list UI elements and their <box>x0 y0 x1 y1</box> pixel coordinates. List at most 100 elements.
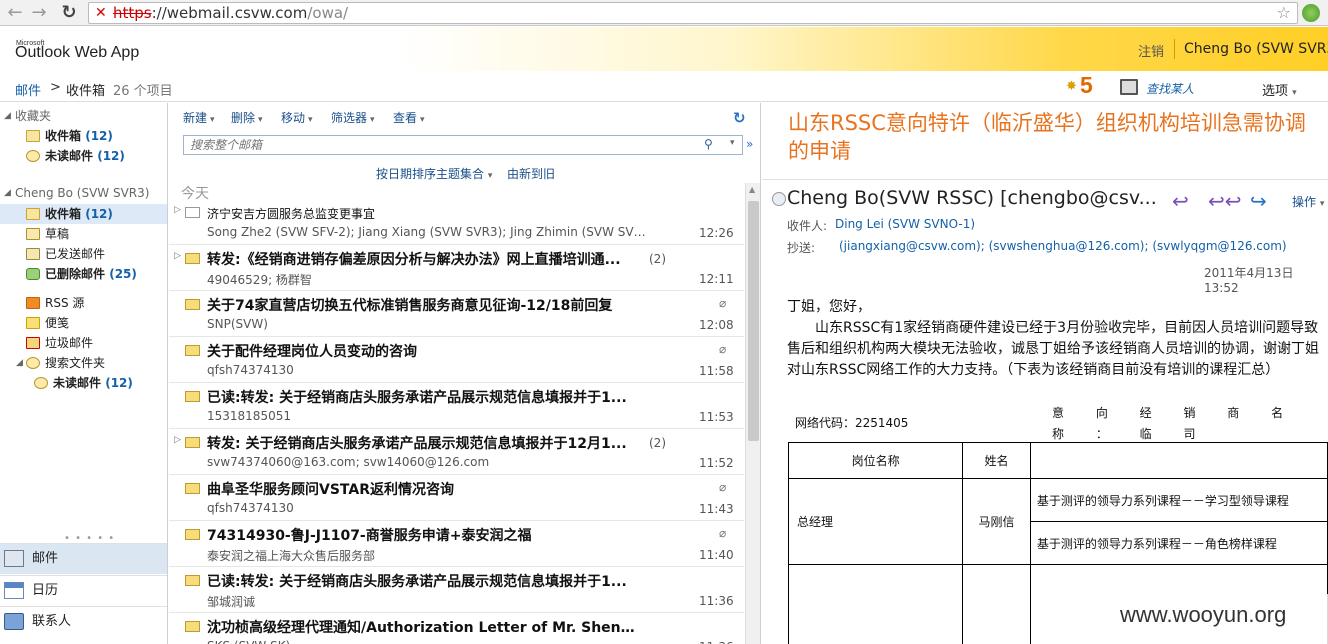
message-row[interactable]: ▷ 转发: 关于经销商店头服务承诺产品展示规范信息填报并于12月1... (2) sv… <box>169 429 744 475</box>
chevron-down-icon[interactable]: ▾ <box>730 138 735 148</box>
inbox-count: (12) <box>85 207 113 221</box>
sidebar-item-junk[interactable]: 垃圾邮件 <box>0 333 167 353</box>
cell-course: 基于测评的领导力系列课程－－学习型领导课程 <box>1029 478 1328 522</box>
sidebar-item-inbox[interactable]: 收件箱 (12) <box>0 204 167 224</box>
expand-chevron-icon[interactable]: » <box>746 137 753 151</box>
scroll-up-arrow-icon[interactable]: ▲ <box>749 185 755 194</box>
refresh-icon[interactable]: ↻ <box>733 109 746 127</box>
sidebar-item-sf-unread[interactable]: 未读邮件 (12) <box>0 373 167 393</box>
breadcrumb-inbox: 收件箱 <box>66 84 106 99</box>
envelope-icon <box>185 345 200 356</box>
forward-arrow-icon[interactable]: → <box>28 2 50 24</box>
drafts-label: 草稿 <box>45 227 70 241</box>
message-row[interactable]: ▷ 转发:《经销商进销存偏差原因分析与解决办法》网上直播培训通... (2) 4904… <box>169 245 744 291</box>
signout-link[interactable]: 注销 <box>1138 41 1164 60</box>
search-folders-label: 搜索文件夹 <box>45 356 106 370</box>
forward-icon[interactable]: ↪ <box>1250 189 1267 213</box>
expand-conversation-icon[interactable]: ▷ <box>174 205 181 215</box>
view-button[interactable]: 查看 ▾ <box>393 109 425 126</box>
collapse-triangle-icon[interactable]: ◢ <box>4 106 11 126</box>
back-arrow-icon[interactable]: ← <box>4 2 26 24</box>
sender-status-icon <box>772 192 786 206</box>
sort-order-toggle[interactable]: 由新到旧 <box>507 165 555 182</box>
chevron-down-icon: ▾ <box>1319 199 1325 209</box>
breadcrumb-mail[interactable]: 邮件 <box>15 80 41 99</box>
bookmark-star-icon[interactable]: ☆ <box>1277 3 1291 23</box>
find-people-link[interactable]: 查找某人 <box>1146 80 1194 97</box>
new-label: 新建 <box>183 111 208 125</box>
notification-count[interactable]: 5 <box>1080 72 1093 99</box>
sidebar-item-notes[interactable]: 便笺 <box>0 313 167 333</box>
reply-icon[interactable]: ↩ <box>1172 189 1189 213</box>
url-scheme: https <box>113 4 152 22</box>
message-time: 11:52 <box>699 456 734 470</box>
message-row[interactable]: 74314930-鲁J-J1107-商誉服务申请+泰安润之福 ⌀ 泰安润之福上海大众… <box>169 521 744 567</box>
message-row[interactable]: ▷ 济宁安吉方圆服务总监变更事宜 Song Zhe2 (SVW SFV-2); Ji… <box>169 199 744 245</box>
reload-icon[interactable]: ↻ <box>58 2 80 24</box>
message-row[interactable]: 已读:转发: 关于经销商店头服务承诺产品展示规范信息填报并于1... 153181… <box>169 383 744 429</box>
sidebar-item-fav-inbox[interactable]: 收件箱 (12) <box>0 126 167 146</box>
sidebar-item-deleted[interactable]: 已删除邮件 (25) <box>0 264 167 284</box>
collapse-triangle-icon[interactable]: ◢ <box>16 353 23 373</box>
envelope-icon <box>185 575 200 586</box>
sidebar-item-fav-unread[interactable]: 未读邮件 (12) <box>0 146 167 166</box>
extension-icon[interactable] <box>1302 4 1320 22</box>
header-divider <box>1174 39 1175 59</box>
expand-conversation-icon[interactable]: ▷ <box>174 435 181 445</box>
scrollbar[interactable]: ▲ <box>745 183 760 644</box>
nav-calendar-button[interactable]: 日历 <box>0 575 167 606</box>
junk-mail-icon <box>26 337 40 349</box>
move-button[interactable]: 移动 ▾ <box>281 109 313 126</box>
lightbulb-icon[interactable]: ✸ <box>1066 79 1077 94</box>
cc-recipients[interactable]: (jiangxiang@csvw.com); (svwshenghua@126.… <box>839 239 1287 253</box>
message-from: qfsh74374130 <box>207 363 294 377</box>
search-folder-icon <box>26 357 40 369</box>
cell-empty <box>962 564 1031 644</box>
collapse-triangle-icon[interactable]: ◢ <box>4 183 11 203</box>
address-bar[interactable]: ✕ https://webmail.csvw.com/owa/ ☆ <box>88 2 1298 24</box>
sent-icon <box>26 248 40 260</box>
search-input[interactable] <box>184 136 704 154</box>
expand-conversation-icon[interactable]: ▷ <box>174 251 181 261</box>
message-from: Song Zhe2 (SVW SFV-2); Jiang Xiang (SVW … <box>207 225 647 239</box>
conversation-count: (2) <box>649 436 666 450</box>
url-path: /owa/ <box>307 4 349 22</box>
message-row[interactable]: 沈功桢高级经理代理通知/Authorization Letter of Mr. … <box>169 613 744 644</box>
sidebar-item-search-folders[interactable]: ◢ 搜索文件夹 <box>0 353 167 373</box>
message-row[interactable]: 已读:转发: 关于经销商店头服务承诺产品展示规范信息填报并于1... 邹城润诚 11… <box>169 567 744 613</box>
filter-button[interactable]: 筛选器 ▾ <box>331 109 375 126</box>
delete-label: 删除 <box>231 111 256 125</box>
message-row[interactable]: 关于配件经理岗位人员变动的咨询 ⌀ qfsh74374130 11:58 <box>169 337 744 383</box>
sidebar-item-sent[interactable]: 已发送邮件 <box>0 244 167 264</box>
options-menu[interactable]: 选项 ▾ <box>1262 80 1297 99</box>
actions-menu[interactable]: 操作 ▾ <box>1292 193 1324 210</box>
table-row: 岗位名称 姓名 <box>787 442 1328 479</box>
mailbox-group[interactable]: ◢ Cheng Bo (SVW SVR3) <box>0 183 167 203</box>
fav-inbox-count: (12) <box>85 129 113 143</box>
message-time: 11:40 <box>699 548 734 562</box>
message-row[interactable]: 曲阜圣华服务顾问VSTAR返利情况咨询 ⌀ qfsh74374130 11:43 <box>169 475 744 521</box>
delete-button[interactable]: 删除 ▾ <box>231 109 263 126</box>
chevron-down-icon: ▾ <box>370 115 375 125</box>
mailbox-label: Cheng Bo (SVW SVR3) <box>15 186 150 200</box>
user-name[interactable]: Cheng Bo (SVW SVR3) <box>1184 41 1328 57</box>
nav-mail-button[interactable]: 邮件 <box>0 543 167 574</box>
message-body: 丁姐，您好， 山东RSSC有1家经销商硬件建设已经于3月份验收完毕，目前因人员培… <box>787 297 1322 381</box>
rss-label: RSS 源 <box>45 296 85 310</box>
scroll-thumb[interactable] <box>748 201 759 441</box>
message-subject: 曲阜圣华服务顾问VSTAR返利情况咨询 <box>207 482 454 498</box>
address-book-icon[interactable] <box>1120 79 1138 95</box>
search-icon[interactable]: ⚲ <box>704 137 713 151</box>
sort-by-dropdown[interactable]: 按日期排序主题集合 ▾ <box>376 165 492 182</box>
sender-name[interactable]: Cheng Bo(SVW RSSC) [chengbo@csv... <box>787 187 1157 209</box>
message-row[interactable]: 关于74家直营店切换五代标准销售服务商意见征询-12/18前回复 ⌀ SNP(SVW… <box>169 291 744 337</box>
new-button[interactable]: 新建 ▾ <box>183 109 215 126</box>
sidebar-item-drafts[interactable]: 草稿 <box>0 224 167 244</box>
reply-all-icon[interactable]: ↩↩ <box>1208 189 1242 213</box>
nav-contacts-button[interactable]: 联系人 <box>0 606 167 637</box>
to-recipient[interactable]: Ding Lei (SVW SVNO-1) <box>835 217 975 231</box>
message-from: 49046529; 杨群智 <box>207 273 312 287</box>
favorites-group[interactable]: ◢ 收藏夹 <box>0 106 167 126</box>
sort-bar: 按日期排序主题集合 ▾ 由新到旧 <box>169 163 759 183</box>
sidebar-item-rss[interactable]: RSS 源 <box>0 293 167 313</box>
